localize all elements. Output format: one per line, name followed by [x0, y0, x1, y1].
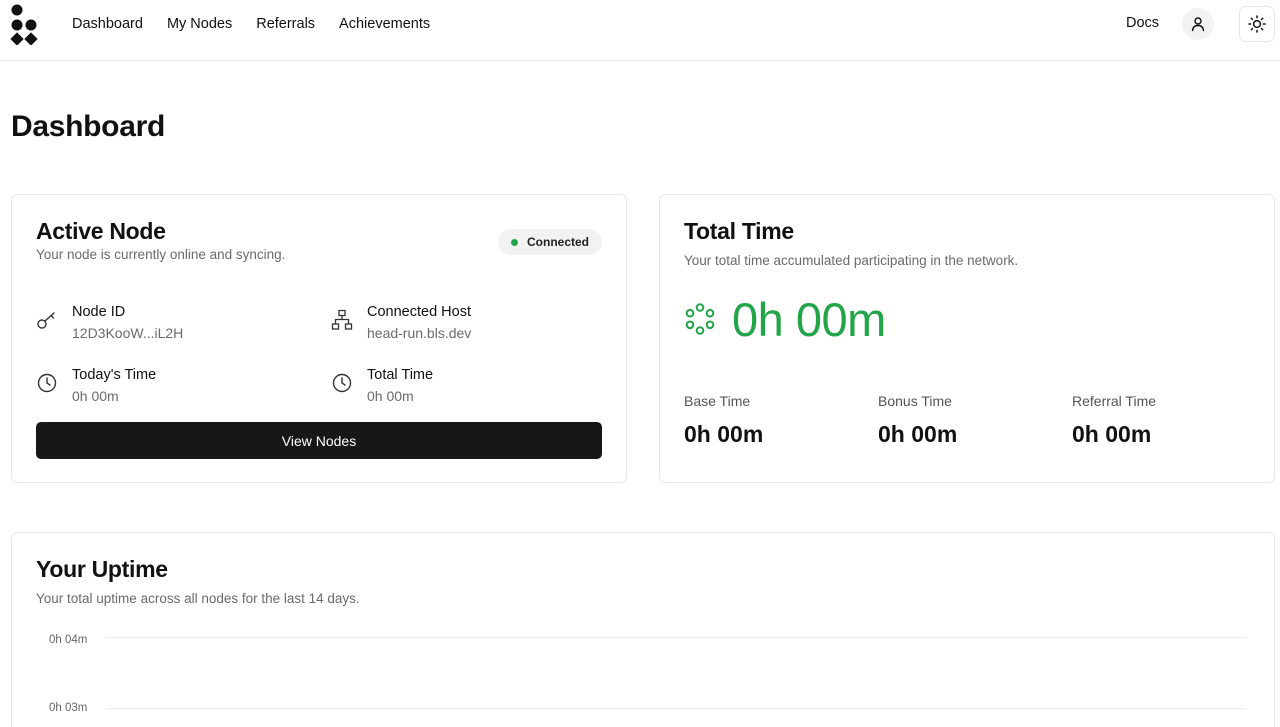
- logo-icon[interactable]: [10, 3, 40, 45]
- clock-icon: [37, 373, 57, 393]
- active-node-card: Active Node Your node is currently onlin…: [11, 194, 627, 483]
- total-time-subtitle: Your total time accumulated participatin…: [684, 253, 1019, 268]
- base-time-stat: Base Time 0h 00m: [684, 393, 763, 448]
- total-time-value: 0h 00m: [367, 388, 414, 404]
- bonus-time-stat: Bonus Time 0h 00m: [878, 393, 957, 448]
- y-tick-label: 0h 04m: [49, 634, 88, 646]
- todays-time-label: Today's Time: [72, 367, 157, 383]
- referral-time-stat: Referral Time 0h 00m: [1072, 393, 1156, 448]
- flower-ring-icon: [685, 303, 715, 335]
- docs-link[interactable]: Docs: [1126, 15, 1159, 31]
- uptime-card: Your Uptime Your total uptime across all…: [11, 532, 1275, 727]
- sun-icon: [1248, 15, 1266, 33]
- total-time-card: Total Time Your total time accumulated p…: [659, 194, 1275, 483]
- nav-achievements[interactable]: Achievements: [339, 16, 430, 32]
- view-nodes-button[interactable]: View Nodes: [36, 422, 602, 459]
- total-time-display: 0h 00m: [684, 291, 886, 347]
- nav-my-nodes[interactable]: My Nodes: [167, 16, 232, 32]
- total-time-label: Total Time: [367, 367, 434, 383]
- y-tick-label: 0h 03m: [49, 702, 88, 714]
- bonus-time-label: Bonus Time: [878, 393, 952, 409]
- network-icon: [331, 309, 353, 330]
- key-icon: [37, 312, 55, 329]
- total-time-title: Total Time: [684, 218, 794, 244]
- status-badge: Connected: [498, 229, 603, 255]
- top-navigation-bar: Dashboard My Nodes Referrals Achievement…: [0, 0, 1280, 61]
- node-id-value: 12D3KooW...iL2H: [72, 325, 184, 341]
- node-id-label: Node ID: [72, 304, 126, 320]
- status-dot-icon: [511, 238, 518, 246]
- uptime-title: Your Uptime: [36, 556, 168, 582]
- connected-host-value: head-run.bls.dev: [367, 325, 472, 341]
- status-text: Connected: [527, 235, 590, 249]
- base-time-label: Base Time: [684, 393, 751, 409]
- active-node-title: Active Node: [36, 218, 166, 244]
- main-nav: Dashboard My Nodes Referrals Achievement…: [72, 0, 430, 47]
- referral-time-label: Referral Time: [1072, 393, 1157, 409]
- nav-dashboard[interactable]: Dashboard: [72, 16, 143, 32]
- base-time-value: 0h 00m: [684, 421, 764, 447]
- user-icon: [1191, 17, 1205, 32]
- total-time-value-large: 0h 00m: [732, 292, 886, 346]
- gridline: [106, 637, 1246, 638]
- theme-toggle-button[interactable]: [1239, 6, 1275, 42]
- bonus-time-value: 0h 00m: [878, 421, 958, 447]
- connected-host-label: Connected Host: [367, 304, 471, 320]
- user-menu-button[interactable]: [1182, 8, 1214, 40]
- nav-referrals[interactable]: Referrals: [256, 16, 315, 32]
- clock-icon: [332, 373, 352, 393]
- page-title: Dashboard: [11, 110, 165, 143]
- todays-time-value: 0h 00m: [72, 388, 119, 404]
- active-node-subtitle: Your node is currently online and syncin…: [36, 247, 286, 262]
- gridline: [106, 708, 1246, 709]
- uptime-subtitle: Your total uptime across all nodes for t…: [36, 591, 360, 606]
- referral-time-value: 0h 00m: [1072, 421, 1152, 447]
